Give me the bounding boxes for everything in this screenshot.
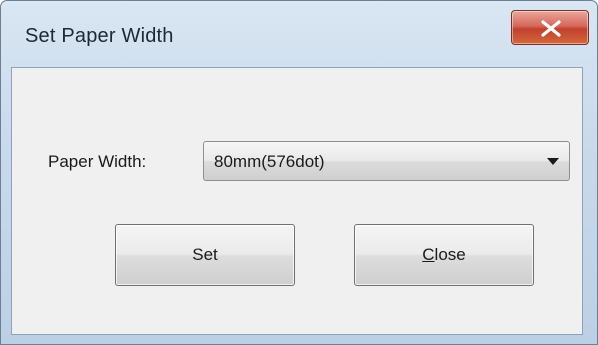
- set-button-label: Set: [192, 245, 218, 264]
- window-title: Set Paper Width: [25, 25, 174, 47]
- window-close-button[interactable]: [511, 10, 589, 45]
- close-button-mnemonic: C: [422, 245, 435, 264]
- close-button-label-rest: lose: [434, 245, 466, 264]
- close-x-icon: [541, 20, 561, 37]
- paper-width-dropdown[interactable]: 80mm(576dot): [203, 141, 570, 181]
- paper-width-selected-value: 80mm(576dot): [214, 152, 325, 171]
- dialog-body: Paper Width: 80mm(576dot) Set Close: [11, 67, 583, 335]
- set-button[interactable]: Set: [115, 224, 295, 286]
- paper-width-label: Paper Width:: [48, 152, 147, 171]
- chevron-down-icon: [547, 158, 559, 165]
- dialog-window: Set Paper Width Paper Width: 80mm(576dot…: [0, 0, 598, 345]
- title-bar[interactable]: Set Paper Width: [1, 1, 597, 65]
- close-button-label: Close: [422, 245, 465, 265]
- close-button[interactable]: Close: [354, 224, 534, 286]
